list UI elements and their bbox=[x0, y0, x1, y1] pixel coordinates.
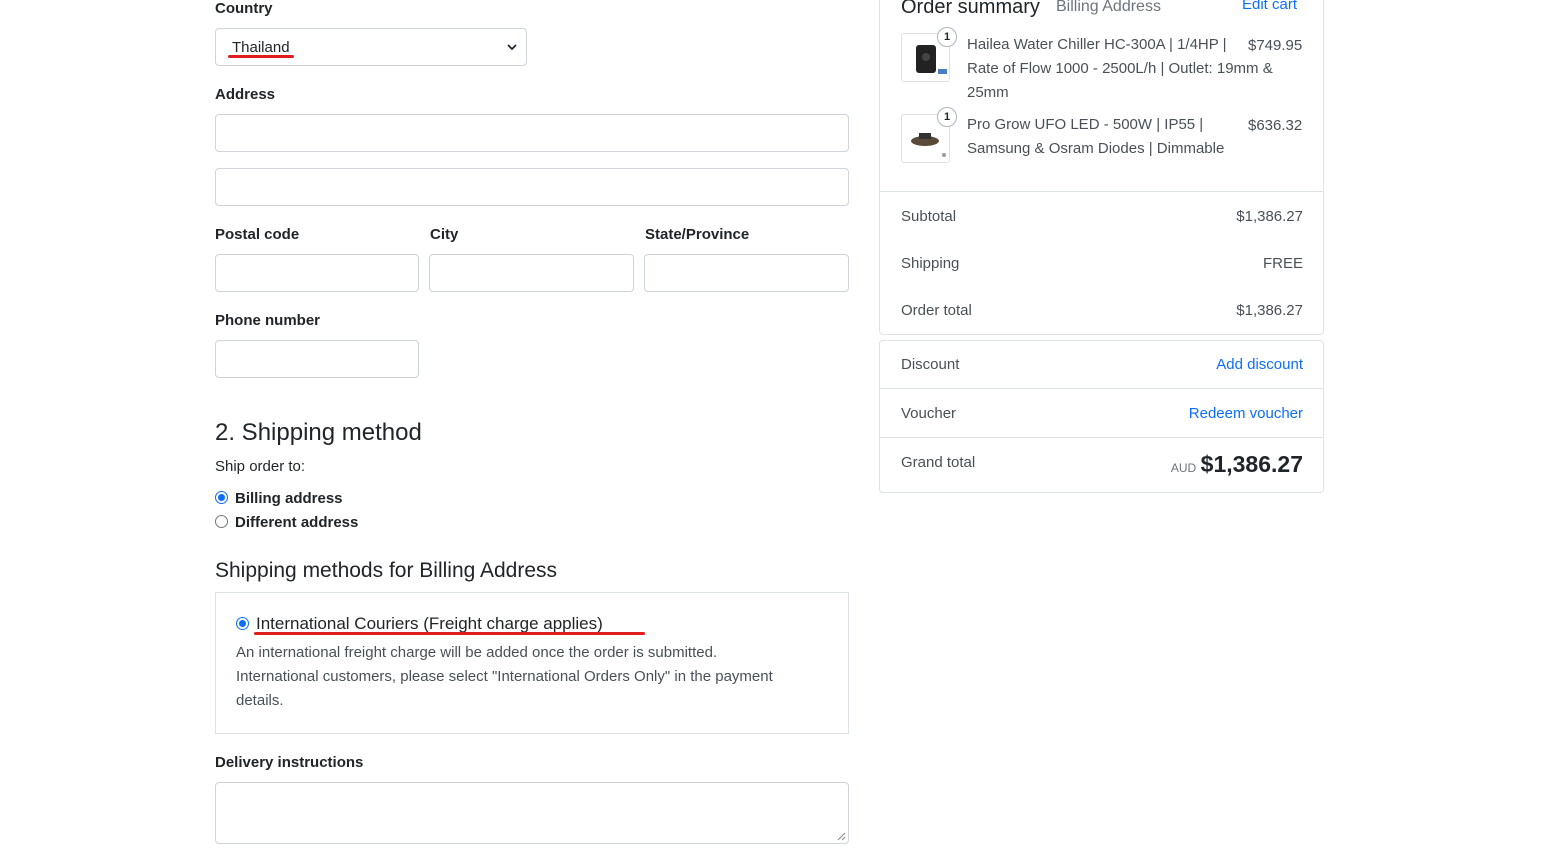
item-2-line1: Pro Grow UFO LED - 500W | IP55 | bbox=[967, 116, 1204, 133]
shipping-methods-heading: Shipping methods for Billing Address bbox=[215, 559, 558, 582]
postal-code-input[interactable] bbox=[215, 254, 419, 292]
discount-label: Discount bbox=[901, 356, 960, 373]
resize-handle-icon[interactable] bbox=[837, 832, 846, 841]
postal-code-label: Postal code bbox=[215, 226, 300, 243]
subtotal-value: $1,386.27 bbox=[1236, 208, 1303, 225]
delivery-instructions-label: Delivery instructions bbox=[215, 754, 364, 771]
address-label: Address bbox=[215, 86, 276, 103]
different-address-label[interactable]: Different address bbox=[235, 514, 358, 531]
city-label: City bbox=[430, 226, 459, 243]
address-line2-input[interactable] bbox=[215, 168, 849, 206]
grand-total-container: AUD $1,386.27 bbox=[1100, 451, 1303, 478]
shipping-desc-line1: An international freight charge will be … bbox=[236, 644, 718, 661]
item-qty-badge: 1 bbox=[937, 107, 957, 127]
grand-total-value: $1,386.27 bbox=[1200, 451, 1303, 477]
billing-address-label[interactable]: Billing address bbox=[235, 490, 343, 507]
item-2-line2: Samsung & Osram Diodes | Dimmable bbox=[967, 140, 1225, 157]
country-label: Country bbox=[215, 0, 273, 17]
shipping-desc-line2: International customers, please select "… bbox=[236, 668, 773, 685]
redeem-voucher-link[interactable]: Redeem voucher bbox=[1100, 405, 1303, 422]
grand-total-label: Grand total bbox=[901, 454, 976, 471]
state-input[interactable] bbox=[644, 254, 849, 292]
shipping-value: FREE bbox=[1262, 255, 1303, 272]
phone-label: Phone number bbox=[215, 312, 321, 329]
order-summary-title: Order summary bbox=[901, 0, 1040, 18]
city-input[interactable] bbox=[429, 254, 634, 292]
international-couriers-label[interactable]: International Couriers (Freight charge a… bbox=[256, 614, 603, 634]
chevron-down-icon bbox=[507, 44, 517, 51]
delivery-instructions-textarea[interactable] bbox=[215, 782, 849, 844]
country-select[interactable]: Thailand bbox=[215, 28, 527, 66]
address-line1-input[interactable] bbox=[215, 114, 849, 152]
item-1-line2: Rate of Flow 1000 - 2500L/h | Outlet: 19… bbox=[967, 60, 1273, 77]
voucher-label: Voucher bbox=[901, 405, 957, 422]
order-summary-subtitle: Billing Address bbox=[1056, 0, 1161, 15]
international-couriers-radio[interactable] bbox=[236, 617, 249, 630]
country-value: Thailand bbox=[232, 39, 290, 56]
annotation-underline-courier bbox=[254, 632, 645, 635]
state-label: State/Province bbox=[645, 226, 750, 243]
edit-cart-link[interactable]: Edit cart bbox=[1242, 0, 1297, 13]
item-1-line3: 25mm bbox=[967, 84, 1009, 101]
summary-divider bbox=[880, 191, 1323, 192]
item-qty-badge: 1 bbox=[937, 27, 957, 47]
discounts-divider bbox=[880, 437, 1323, 438]
phone-input[interactable] bbox=[215, 340, 419, 378]
shipping-method-heading: 2. Shipping method bbox=[215, 419, 422, 446]
order-total-value: $1,386.27 bbox=[1236, 302, 1303, 319]
item-1-price: $749.95 bbox=[1248, 37, 1303, 54]
currency-code: AUD bbox=[1170, 461, 1197, 475]
different-address-radio[interactable] bbox=[215, 515, 228, 528]
add-discount-link[interactable]: Add discount bbox=[1100, 356, 1303, 373]
shipping-desc-line3: details. bbox=[236, 692, 284, 709]
subtotal-label: Subtotal bbox=[901, 208, 957, 225]
item-2-price: $636.32 bbox=[1248, 117, 1303, 134]
item-1-line1: Hailea Water Chiller HC-300A | 1/4HP | bbox=[967, 36, 1227, 53]
order-total-label: Order total bbox=[901, 302, 972, 319]
shipping-label: Shipping bbox=[901, 255, 960, 272]
annotation-underline-country bbox=[228, 55, 294, 58]
ship-to-label: Ship order to: bbox=[215, 458, 306, 475]
discounts-divider bbox=[880, 388, 1323, 389]
billing-address-radio[interactable] bbox=[215, 491, 228, 504]
